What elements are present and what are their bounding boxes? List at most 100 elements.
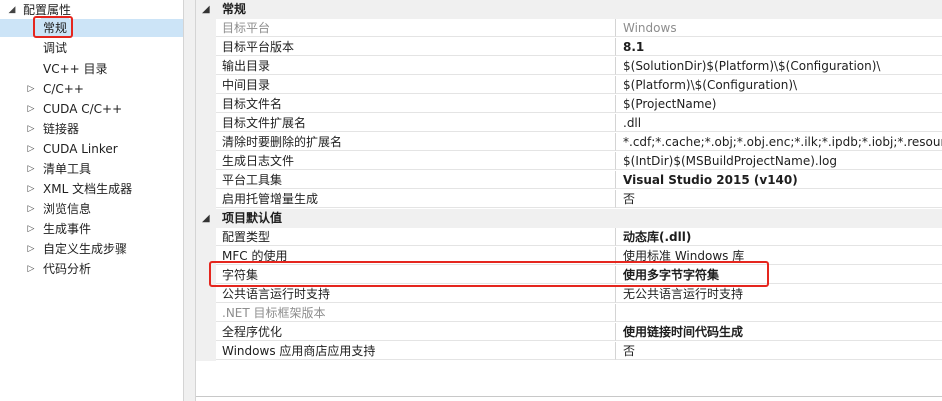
tree-item-label: 生成事件 (43, 222, 92, 236)
collapse-arrow-icon[interactable]: ◢ (202, 209, 210, 228)
category-project-defaults[interactable]: ◢ 项目默认值 (196, 209, 942, 228)
tree-item-label: 自定义生成步骤 (43, 242, 128, 256)
category-label: 常规 (222, 2, 247, 16)
property-name: 目标平台 (216, 19, 616, 37)
collapsed-arrow-icon[interactable]: ▷ (25, 259, 37, 279)
property-row-clr-support[interactable]: 公共语言运行时支持 无公共语言运行时支持 (196, 285, 942, 304)
property-row-target-platform-version[interactable]: 目标平台版本 8.1 (196, 38, 942, 57)
property-value[interactable]: Visual Studio 2015 (v140) (616, 171, 942, 189)
tree-item-label: CUDA Linker (43, 142, 118, 156)
property-row-managed-incremental-build[interactable]: 启用托管增量生成 否 (196, 190, 942, 209)
grid-bottom-border (196, 396, 942, 397)
tree-item-general[interactable]: 常规 (0, 18, 183, 38)
collapse-arrow-icon[interactable]: ◢ (202, 0, 210, 19)
property-value[interactable] (616, 304, 942, 322)
collapsed-arrow-icon[interactable]: ▷ (25, 239, 37, 259)
property-row-output-directory[interactable]: 输出目录 $(SolutionDir)$(Platform)\$(Configu… (196, 57, 942, 76)
collapsed-arrow-icon[interactable]: ▷ (25, 119, 37, 139)
property-row-target-platform[interactable]: 目标平台 Windows (196, 19, 942, 38)
tree-item-cuda-linker[interactable]: ▷ CUDA Linker (0, 139, 183, 159)
property-row-intermediate-directory[interactable]: 中间目录 $(Platform)\$(Configuration)\ (196, 76, 942, 95)
property-row-platform-toolset[interactable]: 平台工具集 Visual Studio 2015 (v140) (196, 171, 942, 190)
collapsed-arrow-icon[interactable]: ▷ (25, 219, 37, 239)
property-name: 启用托管增量生成 (216, 190, 616, 208)
property-name: 全程序优化 (216, 323, 616, 341)
property-value[interactable]: 使用链接时间代码生成 (616, 323, 942, 341)
pane-splitter[interactable] (183, 0, 196, 401)
property-value[interactable]: 无公共语言运行时支持 (616, 285, 942, 303)
category-general[interactable]: ◢ 常规 (196, 0, 942, 19)
property-row-target-extension[interactable]: 目标文件扩展名 .dll (196, 114, 942, 133)
property-value[interactable]: Windows (616, 19, 942, 37)
collapsed-arrow-icon[interactable]: ▷ (25, 79, 37, 99)
property-name: 清除时要删除的扩展名 (216, 133, 616, 151)
tree-item-label: 常规 (41, 18, 70, 38)
collapsed-arrow-icon[interactable]: ▷ (25, 179, 37, 199)
expanded-arrow-icon[interactable]: ◢ (6, 0, 18, 20)
property-name: 中间目录 (216, 76, 616, 94)
property-row-character-set[interactable]: 字符集 使用多字节字符集 (196, 266, 942, 285)
property-row-target-name[interactable]: 目标文件名 $(ProjectName) (196, 95, 942, 114)
property-value[interactable]: 动态库(.dll) (616, 228, 942, 246)
property-value[interactable]: $(SolutionDir)$(Platform)\$(Configuratio… (616, 57, 942, 75)
tree-item-label: 调试 (43, 41, 68, 55)
property-name: 输出目录 (216, 57, 616, 75)
property-name: 配置类型 (216, 228, 616, 246)
tree-item-vc-directories[interactable]: VC++ 目录 (0, 59, 183, 79)
tree-item-label: C/C++ (43, 82, 84, 96)
property-name: 公共语言运行时支持 (216, 285, 616, 303)
category-label: 项目默认值 (222, 211, 283, 225)
property-name: 生成日志文件 (216, 152, 616, 170)
property-name: Windows 应用商店应用支持 (216, 342, 616, 360)
property-row-clean-extensions[interactable]: 清除时要删除的扩展名 *.cdf;*.cache;*.obj;*.obj.enc… (196, 133, 942, 152)
tree-item-build-events[interactable]: ▷ 生成事件 (0, 219, 183, 239)
property-name: 目标文件名 (216, 95, 616, 113)
property-row-build-log-file[interactable]: 生成日志文件 $(IntDir)$(MSBuildProjectName).lo… (196, 152, 942, 171)
tree-item-browse-info[interactable]: ▷ 浏览信息 (0, 199, 183, 219)
tree-item-label: 代码分析 (43, 262, 92, 276)
property-name: 目标文件扩展名 (216, 114, 616, 132)
property-grid: ◢ 常规 目标平台 Windows 目标平台版本 8.1 输出目录 $(Solu… (196, 0, 942, 401)
tree-item-label: 浏览信息 (43, 202, 92, 216)
tree-root-label: 配置属性 (23, 3, 72, 17)
property-row-use-of-mfc[interactable]: MFC 的使用 使用标准 Windows 库 (196, 247, 942, 266)
property-value[interactable]: 8.1 (616, 38, 942, 56)
property-name: 平台工具集 (216, 171, 616, 189)
property-value[interactable]: *.cdf;*.cache;*.obj;*.obj.enc;*.ilk;*.ip… (616, 133, 942, 151)
tree-item-c-cpp[interactable]: ▷ C/C++ (0, 79, 183, 99)
property-value[interactable]: .dll (616, 114, 942, 132)
tree-item-label: VC++ 目录 (43, 62, 108, 76)
property-value[interactable]: 否 (616, 190, 942, 208)
property-name: MFC 的使用 (216, 247, 616, 265)
property-row-whole-program-optimization[interactable]: 全程序优化 使用链接时间代码生成 (196, 323, 942, 342)
tree-item-label: 清单工具 (43, 162, 92, 176)
tree-item-label: 链接器 (43, 122, 80, 136)
property-row-dotnet-target-framework[interactable]: .NET 目标框架版本 (196, 304, 942, 323)
property-value[interactable]: 使用标准 Windows 库 (616, 247, 942, 265)
property-value[interactable]: $(Platform)\$(Configuration)\ (616, 76, 942, 94)
property-row-configuration-type[interactable]: 配置类型 动态库(.dll) (196, 228, 942, 247)
property-row-windows-store-app-support[interactable]: Windows 应用商店应用支持 否 (196, 342, 942, 361)
tree-item-label: XML 文档生成器 (43, 182, 133, 196)
property-value[interactable]: 否 (616, 342, 942, 360)
collapsed-arrow-icon[interactable]: ▷ (25, 99, 37, 119)
property-name: .NET 目标框架版本 (216, 304, 616, 322)
collapsed-arrow-icon[interactable]: ▷ (25, 159, 37, 179)
tree-item-code-analysis[interactable]: ▷ 代码分析 (0, 259, 183, 279)
property-value[interactable]: $(ProjectName) (616, 95, 942, 113)
tree-item-label: CUDA C/C++ (43, 102, 123, 116)
tree-item-cuda-c-cpp[interactable]: ▷ CUDA C/C++ (0, 99, 183, 119)
property-value[interactable]: $(IntDir)$(MSBuildProjectName).log (616, 152, 942, 170)
tree-item-linker[interactable]: ▷ 链接器 (0, 119, 183, 139)
property-name: 字符集 (216, 266, 616, 284)
tree-root-config-properties[interactable]: ◢ 配置属性 (0, 0, 183, 20)
property-name: 目标平台版本 (216, 38, 616, 56)
collapsed-arrow-icon[interactable]: ▷ (25, 139, 37, 159)
property-value[interactable]: 使用多字节字符集 (616, 266, 942, 284)
tree-item-custom-build-step[interactable]: ▷ 自定义生成步骤 (0, 239, 183, 259)
tree-item-debugging[interactable]: 调试 (0, 38, 183, 58)
tree-item-manifest-tool[interactable]: ▷ 清单工具 (0, 159, 183, 179)
collapsed-arrow-icon[interactable]: ▷ (25, 199, 37, 219)
config-tree: ◢ 配置属性 常规 调试 VC++ 目录 ▷ C/C++ ▷ CUDA C/C+… (0, 0, 183, 401)
tree-item-xml-doc-generator[interactable]: ▷ XML 文档生成器 (0, 179, 183, 199)
